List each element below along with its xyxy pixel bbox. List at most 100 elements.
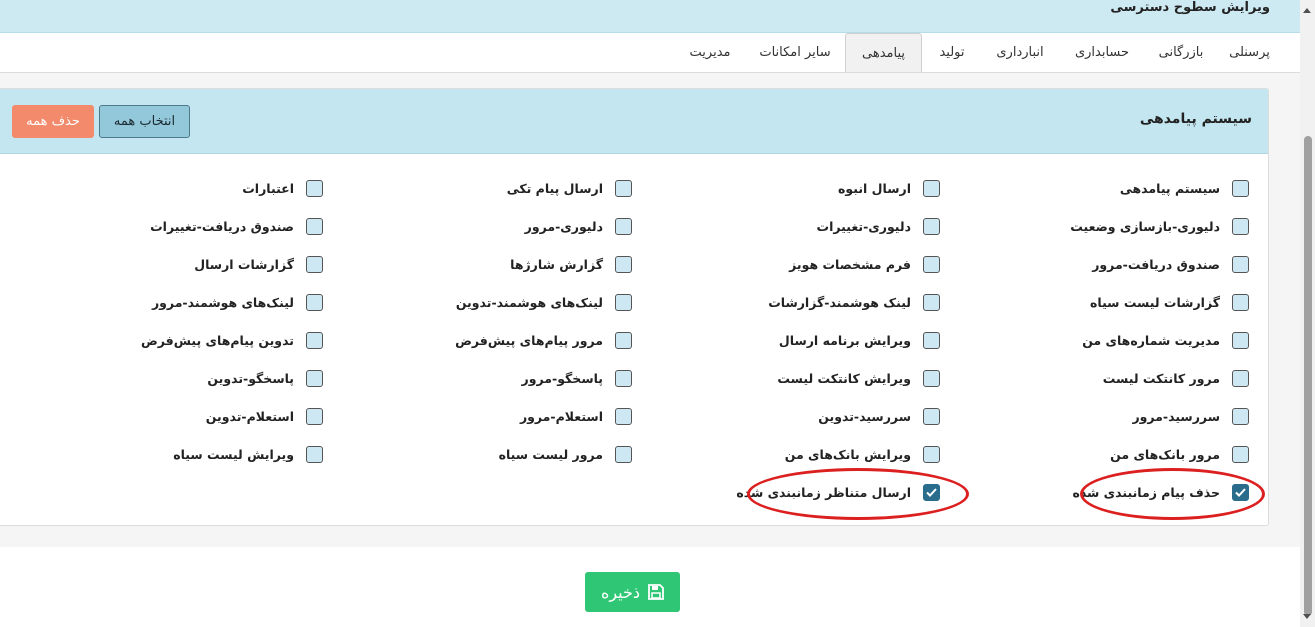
permission-item[interactable]: ویرایش بانک‌های من [785, 443, 940, 465]
permission-checkbox[interactable] [923, 369, 940, 387]
tabs-bar: پرسنلی بازرگانی حسابداری انبارداری تولید… [0, 33, 1300, 73]
permission-label: گزارشات لیست سیاه [1090, 294, 1220, 310]
checkmark-icon [1235, 487, 1246, 497]
tab-accounting[interactable]: حسابداری [1058, 33, 1146, 72]
permission-checkbox[interactable] [1232, 179, 1249, 197]
permission-item[interactable]: دلیوری-تغییرات [817, 215, 940, 237]
permission-item[interactable]: سررسید-مرور [1132, 405, 1249, 427]
permission-checkbox[interactable] [923, 217, 940, 235]
tab-warehouse[interactable]: انبارداری [982, 33, 1058, 72]
tab-commerce[interactable]: بازرگانی [1146, 33, 1216, 72]
scrollbar[interactable] [1300, 0, 1315, 627]
permission-label: لینک‌های هوشمند-مرور [151, 294, 294, 310]
permission-checkbox[interactable] [306, 331, 323, 349]
permission-label: مرور بانک‌های من [1110, 446, 1220, 462]
permission-item[interactable]: گزارشات لیست سیاه [1090, 291, 1249, 313]
select-all-button[interactable]: انتخاب همه [99, 105, 190, 138]
permission-item[interactable]: دلیوری-مرور [525, 215, 632, 237]
tab-production[interactable]: تولید [922, 33, 982, 72]
permission-checkbox[interactable] [1232, 445, 1249, 463]
permission-item[interactable]: صندوق دریافت-مرور [1092, 253, 1249, 275]
permission-checkbox[interactable] [923, 331, 940, 349]
permission-checkbox[interactable] [923, 483, 940, 501]
permission-item[interactable]: مرور کانتکت لیست [1103, 367, 1249, 389]
permission-item[interactable]: تدوین پیام‌های پیش‌فرض [141, 329, 323, 351]
permission-label: ویرایش لیست سیاه [173, 446, 294, 462]
permission-item[interactable]: ارسال انبوه [838, 177, 940, 199]
permission-checkbox[interactable] [923, 445, 940, 463]
permission-checkbox[interactable] [615, 255, 632, 273]
permission-checkbox[interactable] [306, 369, 323, 387]
permission-checkbox[interactable] [306, 445, 323, 463]
floppy-disk-icon [648, 584, 664, 600]
permission-checkbox[interactable] [306, 217, 323, 235]
tab-messaging[interactable]: پیامدهی [845, 33, 922, 72]
permission-checkbox[interactable] [1232, 217, 1249, 235]
permission-label: لینک هوشمند-گزارشات [768, 294, 911, 310]
permission-checkbox[interactable] [923, 407, 940, 425]
permission-checkbox[interactable] [615, 217, 632, 235]
permission-item[interactable]: استعلام-مرور [520, 405, 632, 427]
permission-item[interactable]: گزارش شارژها [510, 253, 632, 275]
permission-item[interactable]: لینک هوشمند-گزارشات [768, 291, 940, 313]
permission-item[interactable]: گزارشات ارسال [194, 253, 323, 275]
permission-checkbox[interactable] [923, 293, 940, 311]
permission-item[interactable]: ارسال پیام تکی [507, 177, 632, 199]
permission-label: مدیریت شماره‌های من [1082, 332, 1220, 348]
permission-label: سررسید-تدوین [818, 408, 911, 424]
permission-item[interactable]: دلیوری-بازسازی وضعیت [1070, 215, 1249, 237]
permission-label: مرور پیام‌های پیش‌فرض [455, 332, 603, 348]
permission-item[interactable]: ویرایش برنامه ارسال [779, 329, 940, 351]
permission-checkbox[interactable] [923, 179, 940, 197]
permission-checkbox[interactable] [615, 331, 632, 349]
permission-item[interactable]: صندوق دریافت-تغییرات [150, 215, 323, 237]
permission-checkbox[interactable] [306, 293, 323, 311]
permission-item[interactable]: ارسال متناظر زمانبندی شده [736, 481, 940, 503]
permission-label: پاسخگو-تدوین [207, 370, 294, 386]
permission-item[interactable]: استعلام-تدوین [206, 405, 323, 427]
permission-item[interactable]: لینک‌های هوشمند-تدوین [456, 291, 632, 313]
permission-checkbox[interactable] [1232, 331, 1249, 349]
tab-other-features[interactable]: سایر امکانات [748, 33, 842, 72]
permission-checkbox[interactable] [615, 445, 632, 463]
permission-checkbox[interactable] [1232, 293, 1249, 311]
permission-item[interactable]: ویرایش کانتکت لیست [777, 367, 940, 389]
permission-label: مرور کانتکت لیست [1102, 370, 1220, 386]
scroll-up-icon[interactable] [1303, 8, 1311, 13]
permission-item[interactable]: اعتبارات [242, 177, 323, 199]
permission-item[interactable]: پاسخگو-تدوین [207, 367, 323, 389]
permission-item[interactable]: سیستم پیامدهی [1120, 177, 1249, 199]
permission-checkbox[interactable] [1232, 369, 1249, 387]
permission-item[interactable]: فرم مشخصات هویز [789, 253, 940, 275]
permission-label: ویرایش برنامه ارسال [778, 332, 911, 348]
save-label: ذخیره [600, 582, 641, 602]
scroll-thumb[interactable] [1304, 136, 1312, 616]
save-button[interactable]: ذخیره [585, 572, 680, 612]
tab-personnel[interactable]: پرسنلی [1216, 33, 1283, 72]
permission-checkbox[interactable] [306, 407, 323, 425]
permission-item[interactable]: پاسخگو-مرور [522, 367, 632, 389]
permission-label: لینک‌های هوشمند-تدوین [455, 294, 603, 310]
delete-all-button[interactable]: حذف همه [12, 105, 94, 138]
permission-item[interactable]: سررسید-تدوین [818, 405, 940, 427]
permission-checkbox[interactable] [615, 369, 632, 387]
checkmark-icon [926, 487, 937, 497]
permission-checkbox[interactable] [615, 407, 632, 425]
permission-item[interactable]: مرور پیام‌های پیش‌فرض [455, 329, 632, 351]
permission-checkbox[interactable] [306, 255, 323, 273]
permission-checkbox[interactable] [923, 255, 940, 273]
permission-item[interactable]: مرور لیست سیاه [499, 443, 632, 465]
permission-checkbox[interactable] [306, 179, 323, 197]
permission-item[interactable]: مدیریت شماره‌های من [1082, 329, 1249, 351]
permission-checkbox[interactable] [1232, 255, 1249, 273]
permission-item[interactable]: مرور بانک‌های من [1110, 443, 1249, 465]
tab-management[interactable]: مدیریت [672, 33, 748, 72]
permission-item[interactable]: حذف پیام زمانبندی شده [1072, 481, 1249, 503]
permission-item[interactable]: ویرایش لیست سیاه [173, 443, 323, 465]
permission-checkbox[interactable] [1232, 483, 1249, 501]
permission-checkbox[interactable] [1232, 407, 1249, 425]
permission-checkbox[interactable] [615, 179, 632, 197]
scroll-down-icon[interactable] [1303, 614, 1311, 619]
permission-item[interactable]: لینک‌های هوشمند-مرور [152, 291, 323, 313]
permission-checkbox[interactable] [615, 293, 632, 311]
